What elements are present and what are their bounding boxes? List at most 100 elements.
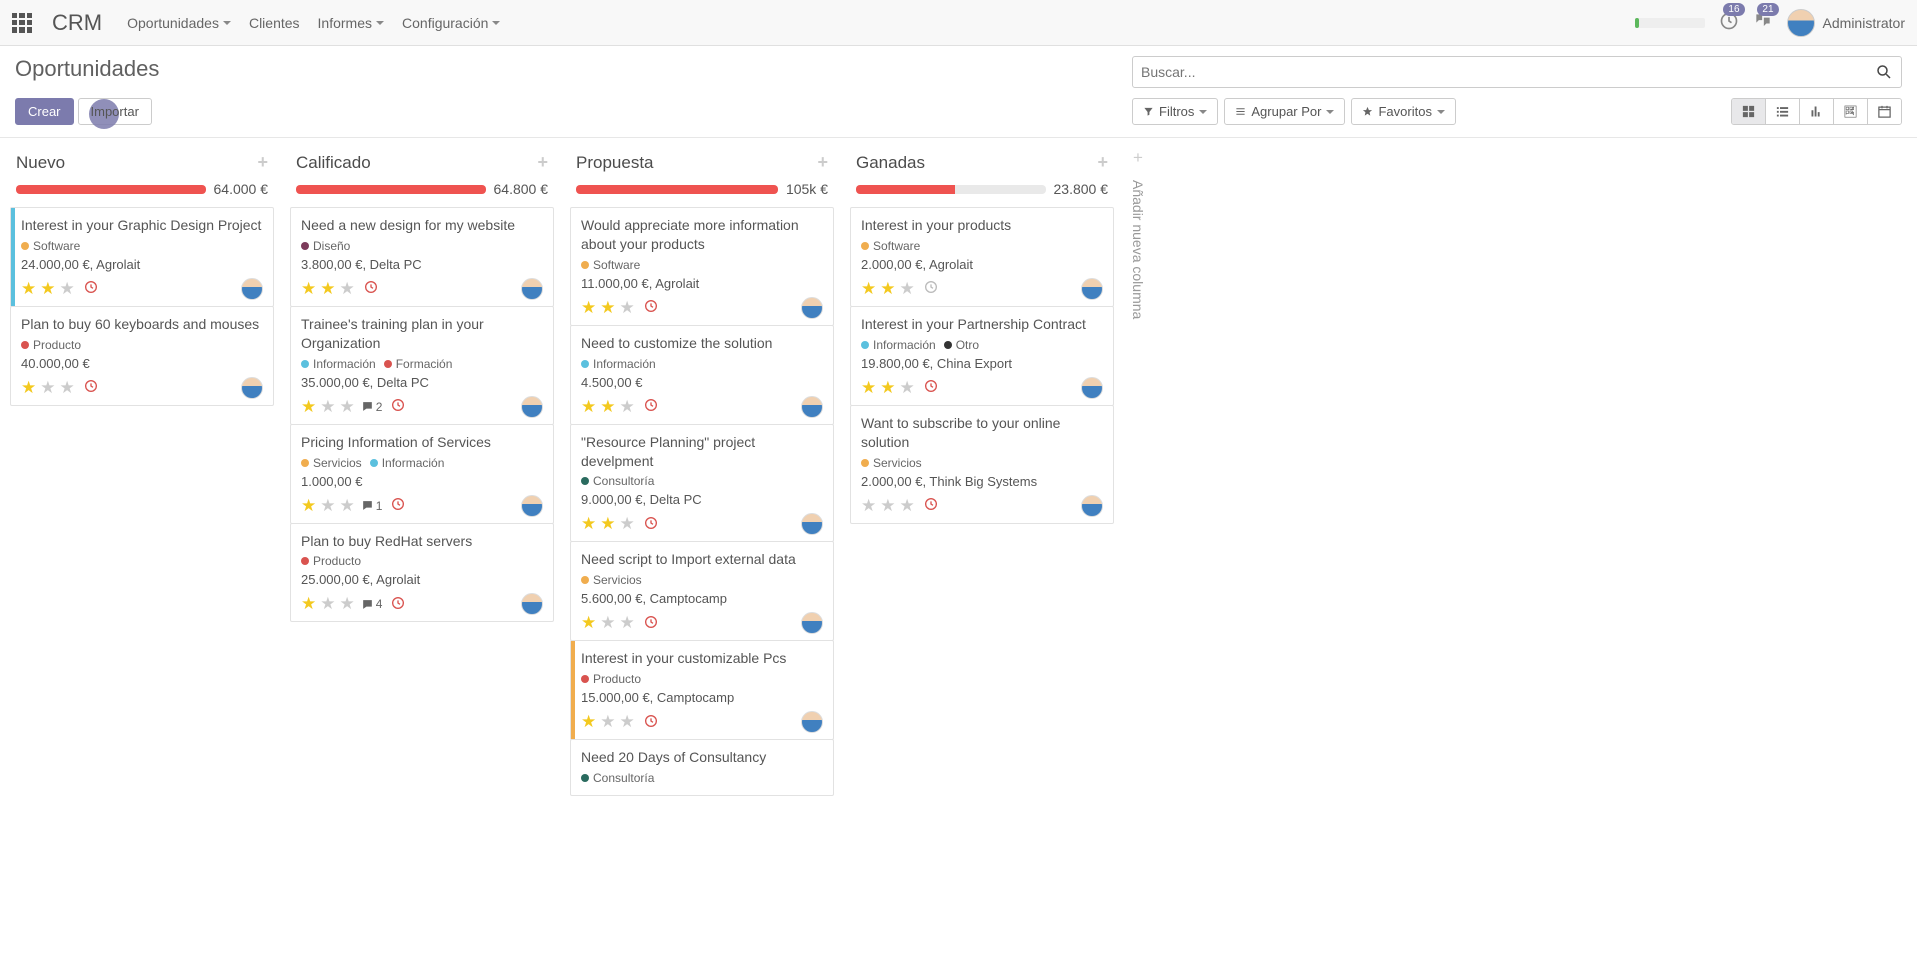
priority-star[interactable]: ★ (600, 397, 615, 417)
priority-star[interactable]: ★ (301, 594, 316, 614)
activity-clock-icon[interactable] (390, 595, 406, 614)
kanban-card[interactable]: Pricing Information of ServicesServicios… (290, 424, 554, 524)
kanban-card[interactable]: Interest in your productsSoftware2.000,0… (850, 207, 1114, 307)
view-list[interactable] (1766, 99, 1800, 124)
search-icon[interactable] (1875, 63, 1893, 81)
priority-star[interactable]: ★ (21, 279, 36, 299)
filters-button[interactable]: Filtros (1132, 98, 1218, 125)
search-input[interactable] (1141, 64, 1875, 80)
kanban-card[interactable]: Plan to buy 60 keyboards and mousesProdu… (10, 306, 274, 406)
priority-star[interactable]: ★ (600, 712, 615, 732)
priority-star[interactable]: ★ (581, 613, 596, 633)
priority-star[interactable]: ★ (620, 613, 635, 633)
priority-star[interactable]: ★ (600, 514, 615, 534)
nav-item-clientes[interactable]: Clientes (249, 15, 300, 31)
activity-clock-icon[interactable] (390, 496, 406, 515)
priority-star[interactable]: ★ (620, 397, 635, 417)
priority-star[interactable]: ★ (861, 378, 876, 398)
assignee-avatar-icon[interactable] (1081, 278, 1103, 300)
messages-icon[interactable]: 21 (1753, 11, 1773, 34)
groupby-button[interactable]: Agrupar Por (1224, 98, 1345, 125)
priority-star[interactable]: ★ (340, 279, 355, 299)
activity-clock-icon[interactable] (363, 279, 379, 298)
priority-star[interactable]: ★ (620, 712, 635, 732)
priority-star[interactable]: ★ (581, 712, 596, 732)
favorites-button[interactable]: Favoritos (1351, 98, 1455, 125)
priority-star[interactable]: ★ (340, 594, 355, 614)
priority-star[interactable]: ★ (900, 378, 915, 398)
priority-star[interactable]: ★ (340, 397, 355, 417)
assignee-avatar-icon[interactable] (801, 396, 823, 418)
user-menu[interactable]: Administrator (1787, 9, 1905, 37)
activity-clock-icon[interactable] (643, 614, 659, 633)
nav-item-configuración[interactable]: Configuración (402, 15, 500, 31)
activity-clock-icon[interactable] (83, 378, 99, 397)
column-progress[interactable] (856, 185, 1046, 194)
assignee-avatar-icon[interactable] (521, 495, 543, 517)
column-add-button[interactable]: + (817, 152, 828, 173)
assignee-avatar-icon[interactable] (241, 278, 263, 300)
message-count[interactable]: 2 (361, 400, 383, 414)
priority-star[interactable]: ★ (861, 496, 876, 516)
kanban-card[interactable]: Trainee's training plan in your Organiza… (290, 306, 554, 425)
kanban-card[interactable]: Want to subscribe to your online solutio… (850, 405, 1114, 524)
priority-star[interactable]: ★ (40, 279, 55, 299)
column-add-button[interactable]: + (257, 152, 268, 173)
priority-star[interactable]: ★ (900, 279, 915, 299)
priority-star[interactable]: ★ (620, 298, 635, 318)
kanban-card[interactable]: Interest in your Graphic Design ProjectS… (10, 207, 274, 307)
assignee-avatar-icon[interactable] (801, 612, 823, 634)
activity-clock-icon[interactable] (923, 378, 939, 397)
view-pivot[interactable] (1834, 99, 1868, 124)
column-add-button[interactable]: + (537, 152, 548, 173)
message-count[interactable]: 4 (361, 597, 383, 611)
view-calendar[interactable] (1868, 99, 1901, 124)
kanban-card[interactable]: Need a new design for my websiteDiseño3.… (290, 207, 554, 307)
priority-star[interactable]: ★ (880, 378, 895, 398)
column-progress[interactable] (16, 185, 206, 194)
assignee-avatar-icon[interactable] (1081, 377, 1103, 399)
priority-star[interactable]: ★ (600, 613, 615, 633)
assignee-avatar-icon[interactable] (241, 377, 263, 399)
view-kanban[interactable] (1732, 99, 1766, 124)
nav-item-informes[interactable]: Informes (318, 15, 384, 31)
assignee-avatar-icon[interactable] (521, 396, 543, 418)
brand[interactable]: CRM (52, 10, 102, 36)
assignee-avatar-icon[interactable] (1081, 495, 1103, 517)
activity-clock-icon[interactable] (643, 713, 659, 732)
activity-clock-icon[interactable] (923, 279, 939, 298)
priority-star[interactable]: ★ (880, 496, 895, 516)
nav-item-oportunidades[interactable]: Oportunidades (127, 15, 231, 31)
add-column[interactable]: +Añadir nueva columna (1126, 148, 1150, 943)
kanban-card[interactable]: Need 20 Days of ConsultancyConsultoría (570, 739, 834, 796)
priority-star[interactable]: ★ (900, 496, 915, 516)
activity-clock-icon[interactable] (643, 515, 659, 534)
column-add-button[interactable]: + (1097, 152, 1108, 173)
priority-star[interactable]: ★ (301, 496, 316, 516)
priority-star[interactable]: ★ (880, 279, 895, 299)
assignee-avatar-icon[interactable] (521, 593, 543, 615)
kanban-card[interactable]: Plan to buy RedHat serversProducto25.000… (290, 523, 554, 623)
priority-star[interactable]: ★ (620, 514, 635, 534)
view-graph[interactable] (1800, 99, 1834, 124)
column-title[interactable]: Calificado (296, 153, 537, 173)
assignee-avatar-icon[interactable] (801, 711, 823, 733)
create-button[interactable]: Crear (15, 98, 74, 125)
column-progress[interactable] (296, 185, 486, 194)
activity-clock-icon[interactable] (643, 397, 659, 416)
priority-star[interactable]: ★ (60, 279, 75, 299)
kanban-card[interactable]: Need script to Import external dataServi… (570, 541, 834, 641)
activity-clock-icon[interactable] (923, 496, 939, 515)
activities-icon[interactable]: 16 (1719, 11, 1739, 34)
column-title[interactable]: Propuesta (576, 153, 817, 173)
priority-star[interactable]: ★ (301, 397, 316, 417)
assignee-avatar-icon[interactable] (521, 278, 543, 300)
activity-clock-icon[interactable] (643, 298, 659, 317)
priority-star[interactable]: ★ (600, 298, 615, 318)
progress-indicator[interactable] (1635, 18, 1705, 28)
priority-star[interactable]: ★ (320, 279, 335, 299)
import-button[interactable]: Importar (78, 98, 152, 125)
kanban-card[interactable]: Interest in your Partnership ContractInf… (850, 306, 1114, 406)
assignee-avatar-icon[interactable] (801, 513, 823, 535)
kanban-card[interactable]: Would appreciate more information about … (570, 207, 834, 326)
